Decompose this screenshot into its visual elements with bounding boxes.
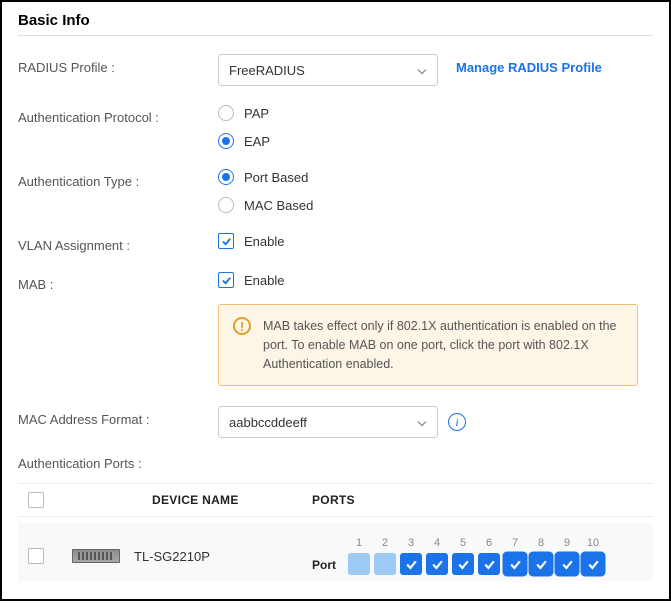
chevron-down-icon (417, 63, 427, 78)
mab-enable-checkbox[interactable]: Enable (218, 271, 653, 289)
port-number: 7 (504, 537, 526, 549)
help-icon[interactable]: i (448, 413, 466, 431)
radio-icon (218, 197, 234, 213)
port-number: 3 (400, 537, 422, 549)
radio-icon (218, 133, 234, 149)
device-cell: TL-SG2210P (72, 549, 312, 564)
port-toggle-7[interactable] (504, 553, 526, 575)
device-name-value: TL-SG2210P (134, 549, 210, 564)
radio-label-pap: PAP (244, 106, 269, 121)
row-auth-type: Authentication Type : Port Based MAC Bas… (18, 168, 653, 214)
mac-format-value: aabbccddeeff (229, 415, 307, 430)
port-number: 6 (478, 537, 500, 549)
radio-label-port-based: Port Based (244, 170, 308, 185)
radius-profile-select[interactable]: FreeRADIUS (218, 54, 438, 86)
port-toggle-8[interactable] (530, 553, 552, 575)
mac-format-select[interactable]: aabbccddeeff (218, 406, 438, 438)
checkbox-icon (218, 233, 234, 249)
row-vlan-assignment: VLAN Assignment : Enable (18, 232, 653, 253)
label-radius-profile: RADIUS Profile : (18, 54, 218, 75)
port-number: 9 (556, 537, 578, 549)
port-number: 5 (452, 537, 474, 549)
table-row: TL-SG2210P Port 123456789 10 (18, 523, 653, 581)
port-number: 10 (582, 537, 604, 549)
row-auth-ports-label: Authentication Ports : (18, 456, 653, 471)
mab-enable-label: Enable (244, 273, 284, 288)
radio-eap[interactable]: EAP (218, 132, 653, 150)
port-number: 4 (426, 537, 448, 549)
label-mab: MAB : (18, 271, 218, 292)
label-auth-ports: Authentication Ports : (18, 456, 218, 471)
radio-port-based[interactable]: Port Based (218, 168, 653, 186)
mab-info-box: ! MAB takes effect only if 802.1X authen… (218, 304, 638, 386)
ports-table-header: DEVICE NAME PORTS (18, 483, 653, 517)
radio-label-eap: EAP (244, 134, 270, 149)
port-number: 2 (374, 537, 396, 549)
radio-icon (218, 169, 234, 185)
radio-label-mac-based: MAC Based (244, 198, 313, 213)
vlan-enable-checkbox[interactable]: Enable (218, 232, 653, 250)
label-vlan-assignment: VLAN Assignment : (18, 232, 218, 253)
section-title: Basic Info (18, 12, 653, 36)
checkbox-icon (218, 272, 234, 288)
chevron-down-icon (417, 415, 427, 430)
port-toggle-9[interactable] (556, 553, 578, 575)
port-toggle-1[interactable] (348, 553, 370, 575)
port-number: 8 (530, 537, 552, 549)
vlan-enable-label: Enable (244, 234, 284, 249)
row-mac-format: MAC Address Format : aabbccddeeff i (18, 406, 653, 438)
radio-icon (218, 105, 234, 121)
port-toggle-3[interactable] (400, 553, 422, 575)
manage-radius-profile-link[interactable]: Manage RADIUS Profile (456, 54, 602, 75)
label-auth-protocol: Authentication Protocol : (18, 104, 218, 125)
port-number: 1 (348, 537, 370, 549)
port-toggle-4[interactable] (426, 553, 448, 575)
switch-device-icon (72, 549, 120, 563)
radius-profile-value: FreeRADIUS (229, 63, 305, 78)
radio-mac-based[interactable]: MAC Based (218, 196, 653, 214)
row-radius-profile: RADIUS Profile : FreeRADIUS Manage RADIU… (18, 54, 653, 86)
mab-info-text: MAB takes effect only if 802.1X authenti… (263, 317, 623, 373)
row-auth-protocol: Authentication Protocol : PAP EAP (18, 104, 653, 150)
port-toggle-6[interactable] (478, 553, 500, 575)
port-toggle-10[interactable] (582, 553, 604, 575)
label-mac-format: MAC Address Format : (18, 406, 218, 427)
header-device-name: DEVICE NAME (72, 493, 312, 507)
label-auth-type: Authentication Type : (18, 168, 218, 189)
ports-grid: 123456789 10 (348, 537, 604, 575)
warning-icon: ! (233, 317, 251, 335)
row-mab: MAB : Enable (18, 271, 653, 292)
radio-pap[interactable]: PAP (218, 104, 653, 122)
header-ports: PORTS (312, 493, 643, 507)
select-all-checkbox[interactable] (28, 492, 44, 508)
ports-cell: Port 123456789 10 (312, 537, 643, 575)
row-select-checkbox[interactable] (28, 548, 44, 564)
port-toggle-2[interactable] (374, 553, 396, 575)
port-row-label: Port (312, 558, 336, 575)
port-toggle-5[interactable] (452, 553, 474, 575)
